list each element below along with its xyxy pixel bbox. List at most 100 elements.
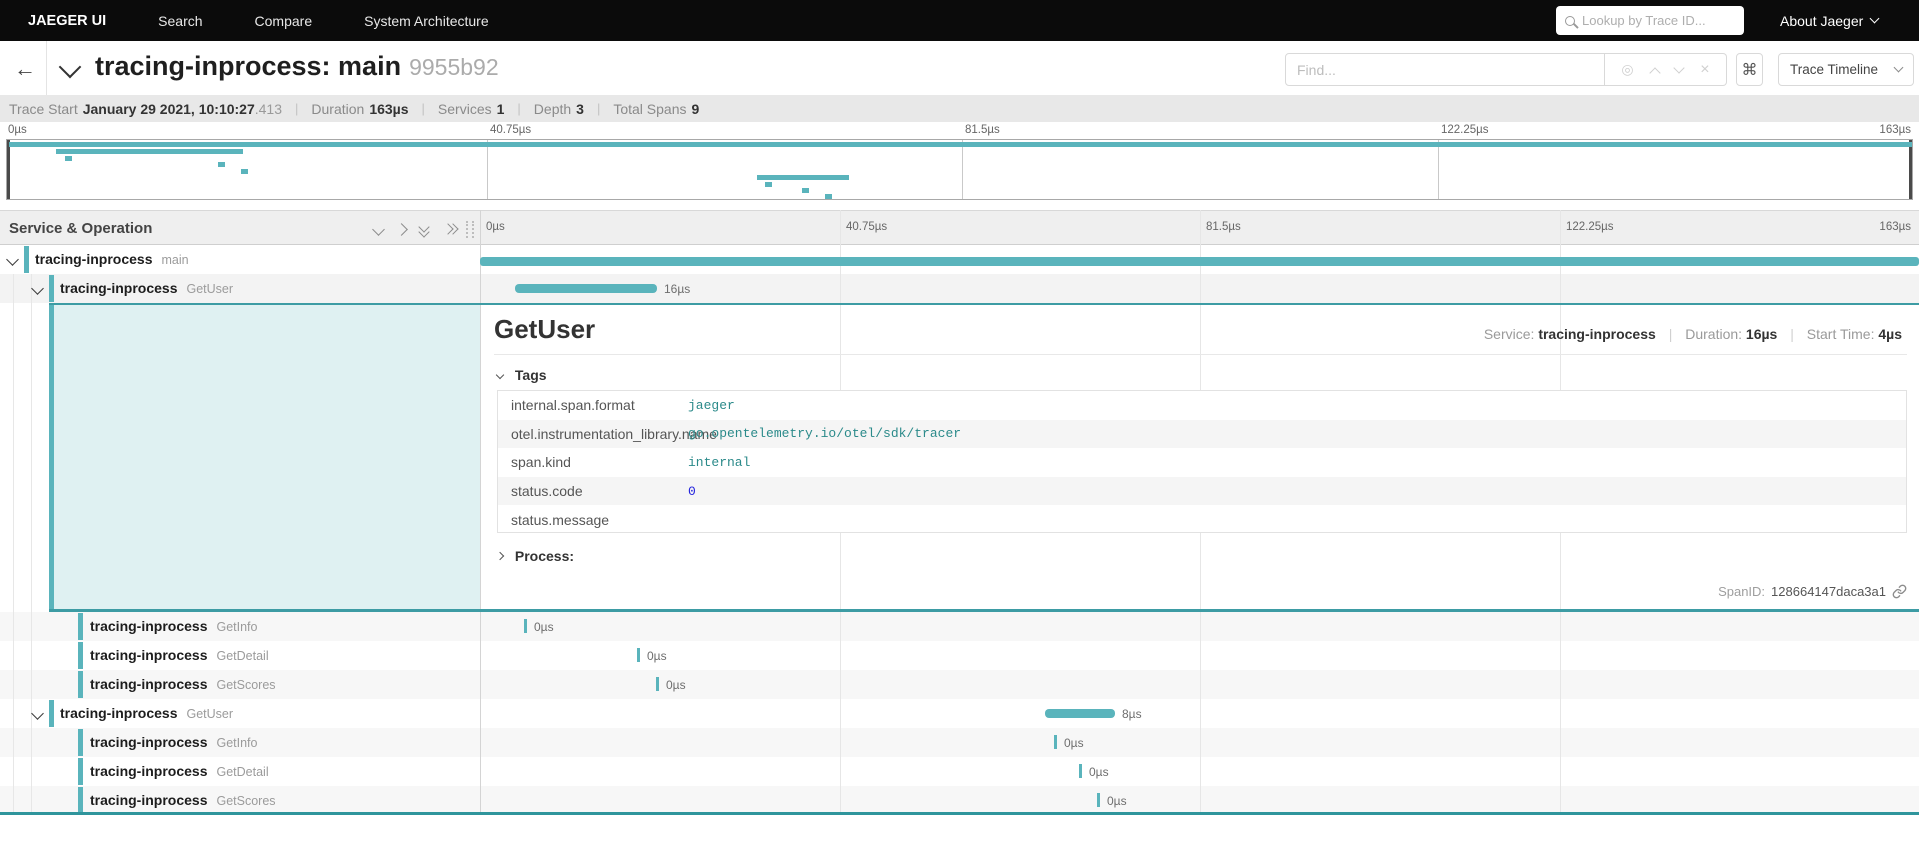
span-duration-label: 0µs [1064,736,1084,750]
process-section-toggle[interactable]: Process: [497,548,574,564]
divider: | [517,101,520,116]
divider: | [597,101,600,116]
span-color-bar [49,275,54,302]
minimap-left-drag-handle[interactable] [7,140,10,199]
minimap-span-bar-getdetail-1 [218,162,225,167]
tag-row[interactable]: internal.span.format jaeger [498,391,1906,420]
minimap-gridline [962,140,963,199]
span-name[interactable]: tracing-inprocessGetInfo [90,734,257,750]
minimap-span-bar-main [9,142,1912,147]
expand-all-icon[interactable] [444,223,454,236]
span-rows: tracing-inprocessmain tracing-inprocessG… [0,245,1919,846]
collapse-one-icon[interactable] [372,223,385,236]
span-name[interactable]: tracing-inprocessGetDetail [90,763,269,779]
minimap-tick-4: 163µs [1879,124,1911,136]
tags-section-toggle[interactable]: Tags [497,367,547,383]
nav-item-compare[interactable]: Compare [255,13,313,29]
nav-item-system-architecture[interactable]: System Architecture [364,13,489,29]
span-color-bar [78,758,83,785]
span-color-bar [49,700,54,727]
trace-start-value: January 29 2021, 10:10:27 [83,101,255,117]
trace-id-search-box[interactable] [1556,6,1744,35]
clear-search-icon[interactable]: × [1700,62,1709,78]
span-name[interactable]: tracing-inprocessGetDetail [90,647,269,663]
nav-item-search[interactable]: Search [158,13,202,29]
tag-row[interactable]: status.message [498,505,1906,534]
services-value: 1 [497,101,505,117]
span-detail-panel: GetUser Service: tracing-inprocess | Dur… [0,303,1919,612]
span-id-label: SpanID: [1718,584,1765,599]
span-row-getscores-2[interactable]: tracing-inprocessGetScores 0µs [0,786,1919,812]
divider [46,41,47,95]
span-bar-getscores-2[interactable] [1097,793,1100,807]
about-jaeger-menu[interactable]: About Jaeger [1780,0,1878,41]
chevron-right-icon [496,552,504,560]
service-operation-header: Service & Operation [9,220,152,237]
tags-section-label: Tags [515,367,547,383]
find-box[interactable] [1285,53,1605,86]
back-button[interactable]: ← [14,56,36,82]
next-result-icon[interactable] [1674,62,1685,73]
span-row-getdetail-1[interactable]: tracing-inprocessGetDetail 0µs [0,641,1919,670]
jaeger-logo[interactable]: JAEGER UI [28,13,106,29]
find-input[interactable] [1297,62,1587,78]
column-resizer-handle[interactable] [466,221,474,238]
collapse-all-icon[interactable] [420,223,430,236]
timeline-tick-3: 122.25µs [1566,221,1614,233]
span-bar-main[interactable] [480,257,1919,266]
span-name[interactable]: tracing-inprocessGetInfo [90,618,257,634]
expand-one-icon[interactable] [395,223,408,236]
prev-result-icon[interactable] [1649,67,1660,78]
trace-view-value: Trace Timeline [1790,62,1878,77]
span-bar-getdetail-1[interactable] [637,648,640,662]
jaeger-trace-page: JAEGER UI Search Compare System Architec… [0,0,1919,846]
span-bar-getuser-2[interactable] [1045,709,1115,718]
copy-link-icon[interactable] [1892,584,1907,599]
tag-row[interactable]: span.kind internal [498,448,1906,477]
tag-row[interactable]: otel.instrumentation_library.name go.ope… [498,420,1906,449]
focus-icon[interactable]: ◎ [1621,61,1633,78]
depth-label: Depth [534,101,571,117]
minimap-gridline [487,140,488,199]
span-row-getinfo-2[interactable]: tracing-inprocessGetInfo 0µs [0,728,1919,757]
minimap-tick-labels: 0µs 40.75µs 81.5µs 122.25µs 163µs [0,122,1919,139]
span-bar-getdetail-2[interactable] [1079,764,1082,778]
collapse-chevron-icon[interactable] [6,253,19,266]
span-bar-getuser-1[interactable] [515,284,657,293]
collapse-chevron-icon[interactable] [31,282,44,295]
span-bar-getinfo-1[interactable] [524,619,527,633]
span-name[interactable]: tracing-inprocessGetScores [90,676,276,692]
span-name[interactable]: tracing-inprocessmain [35,251,189,267]
minimap-span-bar-getdetail-2 [802,188,809,193]
about-jaeger-label: About Jaeger [1780,13,1863,29]
minimap-right-drag-handle[interactable] [1909,140,1912,199]
divider: | [295,101,298,116]
keyboard-shortcuts-button[interactable]: ⌘ [1736,53,1763,86]
span-name[interactable]: tracing-inprocessGetUser [60,280,233,296]
detail-operation-title: GetUser [494,314,595,345]
span-row-getdetail-2[interactable]: tracing-inprocessGetDetail 0µs [0,757,1919,786]
span-row-main[interactable]: tracing-inprocessmain [0,245,1919,274]
trace-id-search-input[interactable] [1582,13,1732,28]
minimap-tick-3: 122.25µs [1441,124,1489,136]
span-bar-getscores-1[interactable] [656,677,659,691]
minimap-span-bar-getuser-1 [56,149,243,154]
duration-label: Duration [311,101,364,117]
span-row-getscores-1[interactable]: tracing-inprocessGetScores 0µs [0,670,1919,699]
minimap-span-bar-getuser-2 [757,175,849,180]
collapse-chevron-icon[interactable] [31,707,44,720]
find-tools: ◎ × [1605,53,1727,86]
span-row-getinfo-1[interactable]: tracing-inprocessGetInfo 0µs [0,612,1919,641]
timeline-tick-0: 0µs [486,221,505,233]
span-bar-getinfo-2[interactable] [1054,735,1057,749]
detail-left-highlight [54,305,480,609]
span-row-getuser-1[interactable]: tracing-inprocessGetUser 16µs [0,274,1919,303]
span-row-getuser-2[interactable]: tracing-inprocessGetUser 8µs [0,699,1919,728]
trace-view-select[interactable]: Trace Timeline [1778,53,1914,86]
span-name[interactable]: tracing-inprocessGetUser [60,705,233,721]
trace-minimap[interactable] [6,139,1913,200]
tag-row[interactable]: status.code 0 [498,477,1906,506]
collapse-trace-chevron-icon[interactable] [59,56,82,79]
detail-duration-label: Duration: [1685,326,1742,342]
span-name[interactable]: tracing-inprocessGetScores [90,792,276,808]
